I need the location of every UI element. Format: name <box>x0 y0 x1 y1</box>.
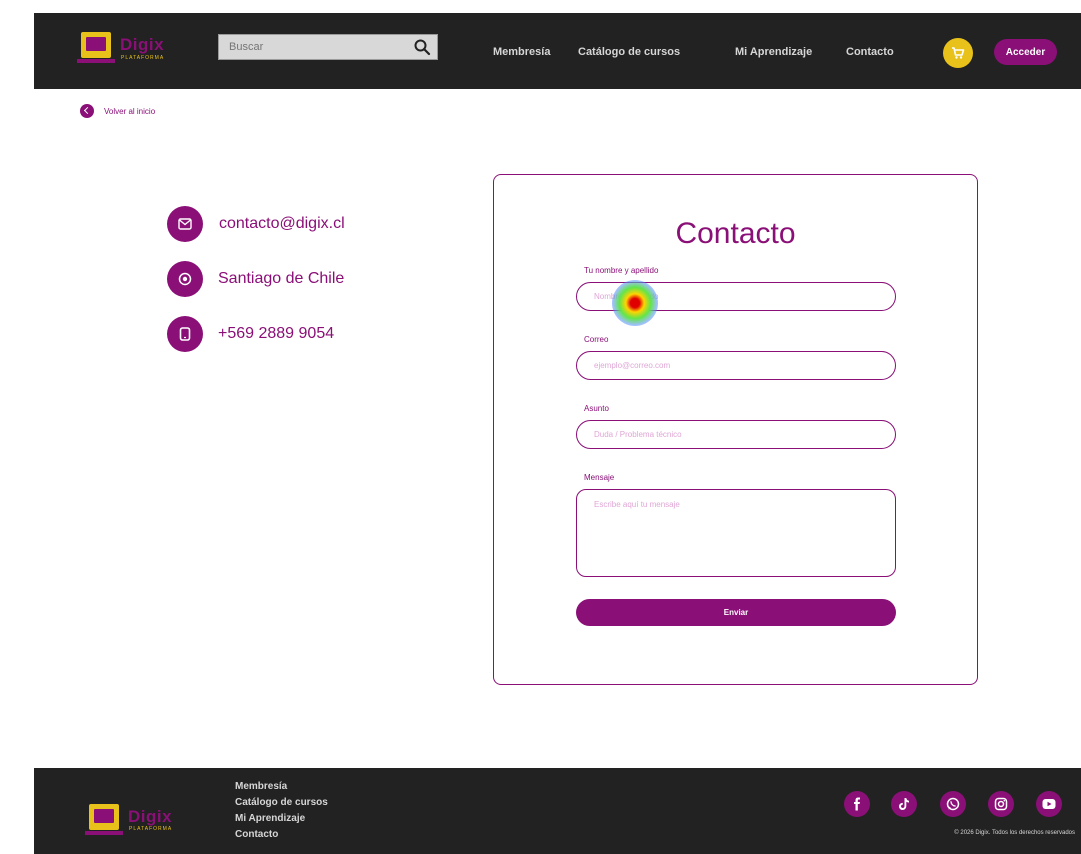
back-link[interactable]: Volver al inicio <box>80 103 155 119</box>
tiktok-icon[interactable] <box>891 791 917 817</box>
top-navbar: Digix PLATAFORMA Membresía Catálogo de c… <box>34 13 1081 89</box>
brand-tagline: PLATAFORMA <box>121 55 165 61</box>
phone-icon <box>167 316 203 352</box>
brand-logo[interactable]: Digix PLATAFORMA <box>77 28 201 68</box>
brand-name: Digix <box>120 35 165 54</box>
search-bar <box>218 34 438 60</box>
footer-link-contacto[interactable]: Contacto <box>235 827 328 843</box>
email-label: Correo <box>584 335 609 344</box>
contact-phone[interactable]: +569 2889 9054 <box>218 325 334 343</box>
nav-contacto[interactable]: Contacto <box>846 46 894 58</box>
submit-button[interactable]: Enviar <box>576 599 896 626</box>
search-input[interactable] <box>219 35 409 59</box>
footer-brand-tagline: PLATAFORMA <box>129 826 173 832</box>
subject-field[interactable] <box>576 420 896 449</box>
back-link-label: Volver al inicio <box>104 106 156 116</box>
laptop-graduation-icon <box>89 804 119 830</box>
footer-link-membresia[interactable]: Membresía <box>235 779 328 795</box>
facebook-icon[interactable] <box>844 791 870 817</box>
mail-icon <box>167 206 203 242</box>
footer-brand-name: Digix <box>128 807 173 826</box>
footer-link-aprendizaje[interactable]: Mi Aprendizaje <box>235 811 328 827</box>
chevron-left-icon <box>80 104 94 118</box>
contact-email[interactable]: contacto@digix.cl <box>219 215 345 233</box>
contact-location-row: Santiago de Chile <box>167 261 344 297</box>
footer-links: Membresía Catálogo de cursos Mi Aprendiz… <box>235 779 328 843</box>
location-pin-icon <box>167 261 203 297</box>
nav-membresia[interactable]: Membresía <box>493 46 550 58</box>
cart-icon <box>952 47 965 59</box>
footer: Digix PLATAFORMA Membresía Catálogo de c… <box>34 768 1081 854</box>
message-label: Mensaje <box>584 473 615 482</box>
nav-catalogo-cursos[interactable]: Catálogo de cursos <box>578 46 680 58</box>
nav-mi-aprendizaje[interactable]: Mi Aprendizaje <box>735 46 812 58</box>
footer-link-catalogo[interactable]: Catálogo de cursos <box>235 795 328 811</box>
contact-phone-row: +569 2889 9054 <box>167 316 334 352</box>
whatsapp-icon[interactable] <box>940 791 966 817</box>
login-button[interactable]: Acceder <box>994 39 1057 65</box>
name-label: Tu nombre y apellido <box>584 266 659 275</box>
logo-base <box>85 831 123 835</box>
click-heatmap-marker <box>612 280 658 326</box>
contact-form-card: Contacto Tu nombre y apellido Correo Asu… <box>493 174 978 685</box>
contact-location: Santiago de Chile <box>218 270 345 287</box>
youtube-icon[interactable] <box>1036 791 1062 817</box>
contact-email-row: contacto@digix.cl <box>167 206 345 242</box>
email-field[interactable] <box>576 351 896 380</box>
logo-base <box>77 59 115 63</box>
cart-button[interactable] <box>943 38 973 68</box>
laptop-graduation-icon <box>81 32 111 58</box>
message-field[interactable] <box>576 489 896 577</box>
search-icon[interactable] <box>413 38 431 56</box>
instagram-icon[interactable] <box>988 791 1014 817</box>
footer-brand-logo[interactable]: Digix PLATAFORMA <box>85 802 199 838</box>
copyright-text: © 2026 Digix. Todos los derechos reserva… <box>954 830 1075 836</box>
form-title: Contacto <box>675 217 796 250</box>
subject-label: Asunto <box>584 404 609 413</box>
